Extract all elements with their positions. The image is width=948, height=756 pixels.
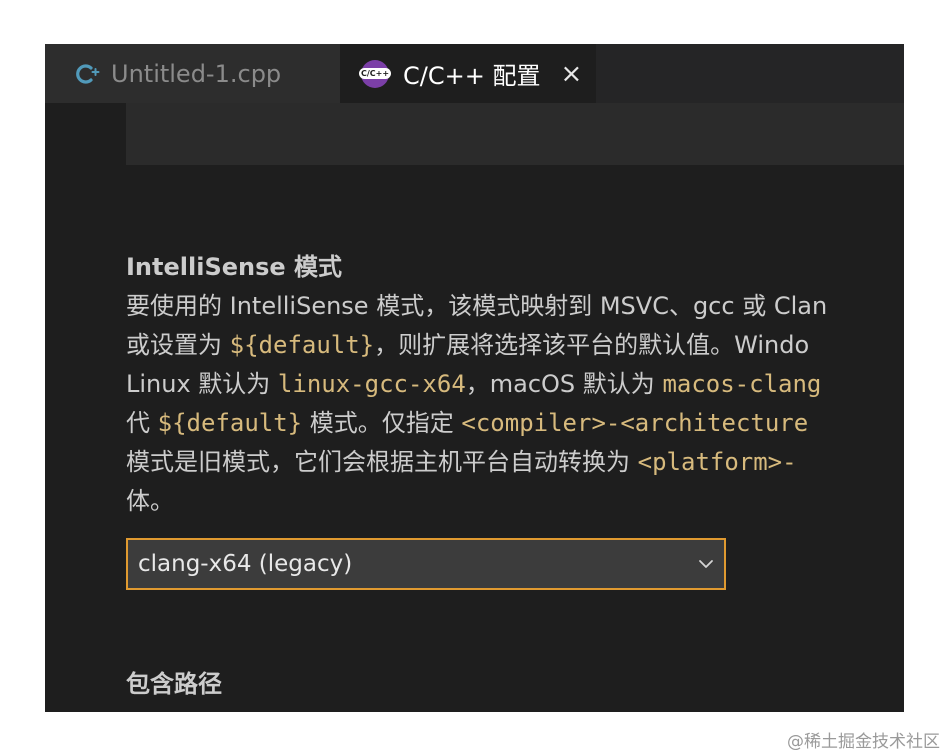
description-text: 要使用的 IntelliSense 模式，该模式映射到 MSVC、gcc 或 C… xyxy=(126,292,828,320)
inline-code: macos-clang xyxy=(662,370,822,398)
inline-code: <compiler>-<architecture xyxy=(461,409,809,437)
description-text: Linux 默认为 xyxy=(126,370,278,398)
editor-window: Untitled-1.cpp C/C++ C/C++ 配置 × IntelliS… xyxy=(45,44,904,712)
inline-code: ${default} xyxy=(157,409,303,437)
watermark: @稀土掘金技术社区 xyxy=(787,732,940,752)
description-text: 模式。仅指定 xyxy=(302,409,462,437)
inline-code: ${default} xyxy=(229,331,375,359)
description-text: 模式是旧模式，它们会根据主机平台自动转换为 xyxy=(126,448,638,476)
left-gutter xyxy=(45,103,125,712)
cpp-file-icon xyxy=(75,61,101,87)
tab-bar: Untitled-1.cpp C/C++ C/C++ 配置 × xyxy=(45,44,904,103)
close-icon[interactable]: × xyxy=(560,61,582,87)
inline-code: <platform>- xyxy=(637,448,797,476)
description-text: ，则扩展将选择该平台的默认值。Windo xyxy=(374,331,810,359)
include-path-title: 包含路径 xyxy=(126,670,222,698)
tab-untitled-cpp[interactable]: Untitled-1.cpp xyxy=(45,44,340,103)
intellisense-mode-select[interactable]: clang-x64 (legacy) xyxy=(126,538,726,590)
description-line: 代 ${default} 模式。仅指定 <compiler>-<architec… xyxy=(126,404,904,443)
description-line: 要使用的 IntelliSense 模式，该模式映射到 MSVC、gcc 或 C… xyxy=(126,287,904,326)
tab-label: C/C++ 配置 xyxy=(403,62,541,90)
description-line: 模式是旧模式，它们会根据主机平台自动转换为 <platform>- xyxy=(126,443,904,482)
cpp-config-icon: C/C++ xyxy=(358,59,392,88)
chevron-down-icon xyxy=(699,560,713,568)
tab-label: Untitled-1.cpp xyxy=(111,59,282,88)
description-text: 或设置为 xyxy=(126,331,230,359)
description-line: 或设置为 ${default}，则扩展将选择该平台的默认值。Windo xyxy=(126,326,904,365)
intellisense-mode-title: IntelliSense 模式 xyxy=(126,253,343,281)
tab-cpp-configuration[interactable]: C/C++ C/C++ 配置 × xyxy=(340,44,596,103)
description-text: 体。 xyxy=(126,487,174,515)
description-line: Linux 默认为 linux-gcc-x64，macOS 默认为 macos-… xyxy=(126,365,904,404)
description-text: ，macOS 默认为 xyxy=(465,370,663,398)
inline-code: linux-gcc-x64 xyxy=(277,370,466,398)
previous-input-field[interactable] xyxy=(126,103,904,165)
select-value: clang-x64 (legacy) xyxy=(138,551,353,577)
intellisense-mode-description: 要使用的 IntelliSense 模式，该模式映射到 MSVC、gcc 或 C… xyxy=(126,287,904,521)
description-line: 体。 xyxy=(126,482,904,521)
description-text: 代 xyxy=(126,409,158,437)
